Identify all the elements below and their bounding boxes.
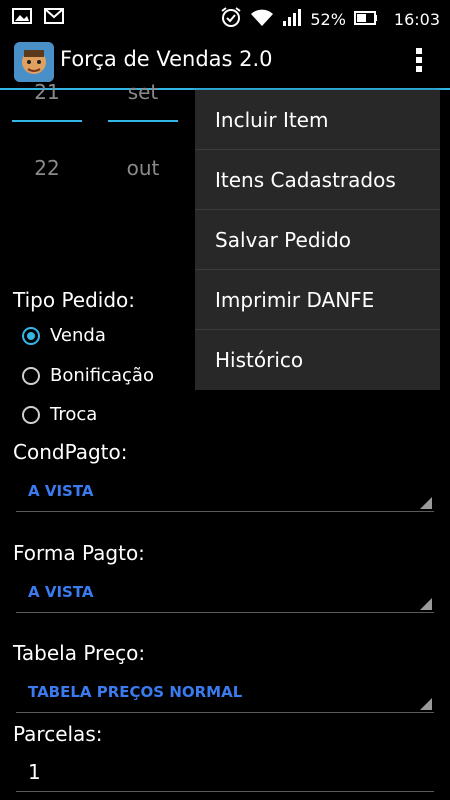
signal-icon <box>282 7 302 31</box>
radio-bonificacao[interactable]: Bonificação <box>22 365 154 386</box>
radio-unchecked-icon <box>22 366 40 385</box>
input-underline <box>16 791 434 792</box>
radio-troca[interactable]: Troca <box>22 404 97 425</box>
forma-pagto-spinner[interactable]: A VISTA <box>16 573 434 613</box>
mail-notification-icon <box>44 8 64 28</box>
gallery-notification-icon <box>12 8 32 28</box>
spinner-underline <box>16 511 434 512</box>
menu-item-incluir-item[interactable]: Incluir Item <box>195 90 440 150</box>
cond-pagto-spinner[interactable]: A VISTA <box>16 472 434 512</box>
forma-pagto-label: Forma Pagto: <box>13 541 145 565</box>
app-logo <box>14 42 54 82</box>
parcelas-label: Parcelas: <box>13 722 103 746</box>
picker-day-next[interactable]: 22 <box>12 156 82 180</box>
clock: 16:03 <box>393 9 440 29</box>
picker-selection-line <box>108 120 178 122</box>
menu-item-historico[interactable]: Histórico <box>195 330 440 390</box>
spinner-value: A VISTA <box>28 583 94 601</box>
overflow-popup-menu: Incluir Item Itens Cadastrados Salvar Pe… <box>195 90 440 390</box>
parcelas-input[interactable]: 1 <box>16 756 434 792</box>
radio-checked-icon <box>22 326 40 345</box>
spinner-value: TABELA PREÇOS NORMAL <box>28 683 243 701</box>
tipo-pedido-label: Tipo Pedido: <box>13 288 136 312</box>
wifi-icon <box>250 7 274 31</box>
alarm-icon <box>220 6 242 32</box>
radio-unchecked-icon <box>22 405 40 424</box>
parcelas-value: 1 <box>28 760 41 784</box>
date-picker[interactable]: 21 set 22 out <box>0 80 190 208</box>
cond-pagto-label: CondPagto: <box>13 440 128 464</box>
radio-label: Bonificação <box>50 365 154 386</box>
menu-item-itens-cadastrados[interactable]: Itens Cadastrados <box>195 150 440 210</box>
spinner-underline <box>16 712 434 713</box>
menu-item-imprimir-danfe[interactable]: Imprimir DANFE <box>195 270 440 330</box>
picker-month-next[interactable]: out <box>108 156 178 180</box>
app-title: Força de Vendas 2.0 <box>60 47 273 71</box>
picker-month-prev[interactable]: set <box>108 80 178 104</box>
radio-venda[interactable]: Venda <box>22 325 106 346</box>
radio-label: Venda <box>50 325 106 346</box>
menu-item-salvar-pedido[interactable]: Salvar Pedido <box>195 210 440 270</box>
picker-day-prev[interactable]: 21 <box>12 80 82 104</box>
radio-label: Troca <box>50 404 98 425</box>
spinner-arrow-icon <box>420 497 432 509</box>
battery-icon <box>353 10 378 29</box>
tabela-preco-spinner[interactable]: TABELA PREÇOS NORMAL <box>16 673 434 713</box>
status-bar: 52% 16:03 <box>0 0 450 34</box>
battery-percent: 52% <box>310 9 346 29</box>
spinner-arrow-icon <box>420 598 432 610</box>
spinner-arrow-icon <box>420 698 432 710</box>
picker-selection-line <box>12 120 82 122</box>
overflow-menu-icon[interactable] <box>412 46 426 76</box>
spinner-value: A VISTA <box>28 482 94 500</box>
spinner-underline <box>16 612 434 613</box>
tabela-preco-label: Tabela Preço: <box>13 641 146 665</box>
